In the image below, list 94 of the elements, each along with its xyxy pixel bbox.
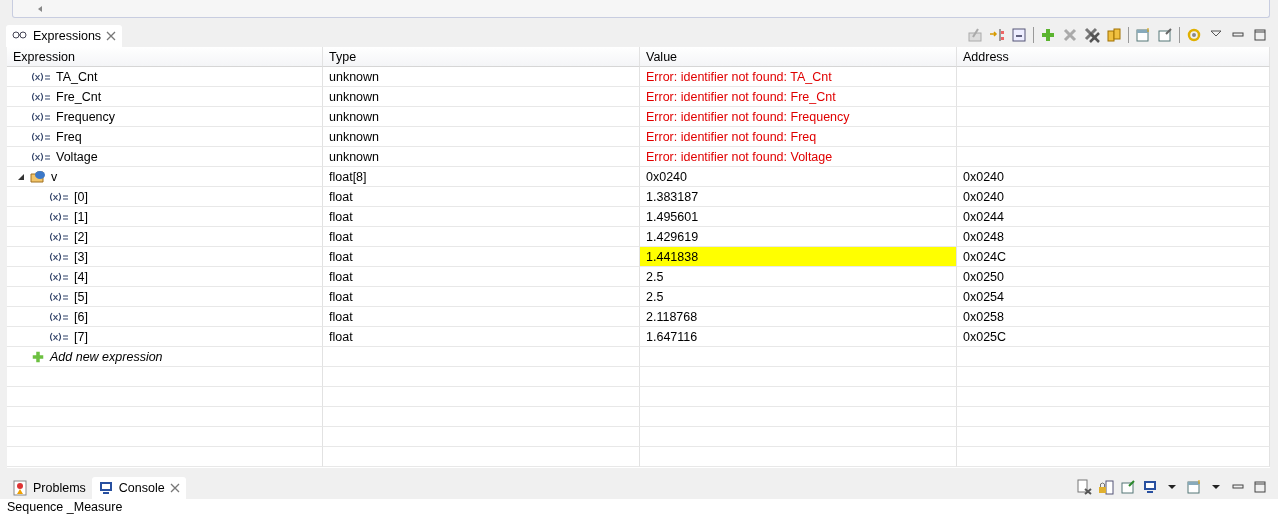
variable-icon — [49, 311, 69, 322]
type-cell: float — [323, 307, 640, 327]
type-cell: float — [323, 187, 640, 207]
value-cell: 1.495601 — [640, 207, 957, 227]
value-cell: Error: identifier not found: Fre_Cnt — [640, 87, 957, 107]
column-header[interactable]: Address — [957, 47, 1270, 67]
variable-icon — [49, 331, 69, 342]
console-output: Sequence _Measure — [7, 500, 123, 514]
column-header[interactable]: Type — [323, 47, 640, 67]
type-cell: float — [323, 267, 640, 287]
expression-name: [3] — [74, 249, 88, 264]
remove-all-icon[interactable] — [1084, 27, 1100, 43]
maximize-icon[interactable] — [1252, 479, 1268, 495]
variable-icon — [31, 131, 51, 142]
type-cell: float[8] — [323, 167, 640, 187]
pin-icon[interactable] — [1120, 479, 1136, 495]
address-cell: 0x025C — [957, 327, 1270, 347]
type-cell: float — [323, 327, 640, 347]
expression-name: TA_Cnt — [56, 69, 98, 84]
view-tab[interactable]: Expressions — [6, 25, 123, 47]
clear-console-icon[interactable] — [1076, 479, 1092, 495]
collapse-icon[interactable] — [989, 27, 1005, 43]
collapse-all-icon[interactable] — [1011, 27, 1027, 43]
type-cell: float — [323, 287, 640, 307]
value-cell: 1.441838 — [640, 247, 957, 267]
variable-icon — [49, 291, 69, 302]
address-cell: 0x0244 — [957, 207, 1270, 227]
value-cell: 2.5 — [640, 267, 957, 287]
expand-arrow-icon[interactable] — [17, 172, 25, 181]
view-tab[interactable]: Problems — [6, 477, 92, 499]
display-console-icon[interactable] — [1142, 479, 1158, 495]
scroll-left-icon[interactable] — [37, 4, 43, 13]
add-icon[interactable] — [1040, 27, 1056, 43]
expression-name: Freq — [56, 129, 82, 144]
address-cell: 0x024C — [957, 247, 1270, 267]
expression-name: [0] — [74, 189, 88, 204]
variable-icon — [31, 111, 51, 122]
add-expression-link[interactable]: Add new expression — [50, 349, 163, 364]
type-cell: unknown — [323, 147, 640, 167]
horizontal-scrollbar[interactable] — [12, 0, 1270, 18]
variable-icon — [49, 211, 69, 222]
variable-icon — [49, 231, 69, 242]
expression-name: [7] — [74, 329, 88, 344]
address-cell: 0x0254 — [957, 287, 1270, 307]
expression-name: Fre_Cnt — [56, 89, 102, 104]
column-header[interactable]: Value — [640, 47, 957, 67]
console-icon — [97, 480, 114, 496]
expression-name: Frequency — [56, 109, 116, 124]
expression-name: [6] — [74, 309, 88, 324]
value-cell: Error: identifier not found: Frequency — [640, 107, 957, 127]
new-window-icon[interactable] — [1135, 27, 1151, 43]
expression-name: v — [51, 169, 58, 184]
problems-icon — [12, 480, 28, 496]
type-cell: unknown — [323, 107, 640, 127]
expression-name: [5] — [74, 289, 88, 304]
address-cell: 0x0258 — [957, 307, 1270, 327]
value-cell: Error: identifier not found: TA_Cnt — [640, 67, 957, 87]
new-console-icon[interactable] — [1186, 479, 1202, 495]
variable-icon — [31, 91, 51, 102]
expression-name: [1] — [74, 209, 88, 224]
folder-icon — [30, 168, 46, 185]
value-cell: Error: identifier not found: Freq — [640, 127, 957, 147]
variable-icon — [49, 191, 69, 202]
type-cell: float — [323, 227, 640, 247]
pin-icon[interactable] — [1157, 27, 1173, 43]
value-cell: 1.647116 — [640, 327, 957, 347]
variable-icon — [31, 151, 51, 162]
type-cell: unknown — [323, 127, 640, 147]
maximize-icon[interactable] — [1252, 27, 1268, 43]
close-icon[interactable] — [106, 31, 117, 41]
view-tab[interactable]: Console — [91, 477, 186, 499]
address-cell: 0x0250 — [957, 267, 1270, 287]
column-header[interactable]: Expression — [7, 47, 323, 67]
address-cell: 0x0248 — [957, 227, 1270, 247]
variable-icon — [31, 71, 51, 82]
type-cell: unknown — [323, 87, 640, 107]
scroll-lock-icon[interactable] — [1098, 479, 1114, 495]
add-icon — [31, 349, 45, 364]
value-cell: 2.118768 — [640, 307, 957, 327]
expression-name: [2] — [74, 229, 88, 244]
variable-icon — [49, 271, 69, 282]
value-cell: 1.383187 — [640, 187, 957, 207]
value-cell: Error: identifier not found: Voltage — [640, 147, 957, 167]
expression-name: Voltage — [56, 149, 98, 164]
type-cell: float — [323, 207, 640, 227]
type-cell: float — [323, 247, 640, 267]
variable-icon — [49, 251, 69, 262]
value-cell: 2.5 — [640, 287, 957, 307]
type-cell: unknown — [323, 67, 640, 87]
address-cell: 0x0240 — [957, 187, 1270, 207]
address-cell: 0x0240 — [957, 167, 1270, 187]
close-icon[interactable] — [169, 483, 180, 493]
value-cell: 0x0240 — [640, 167, 957, 187]
expression-name: [4] — [74, 269, 88, 284]
